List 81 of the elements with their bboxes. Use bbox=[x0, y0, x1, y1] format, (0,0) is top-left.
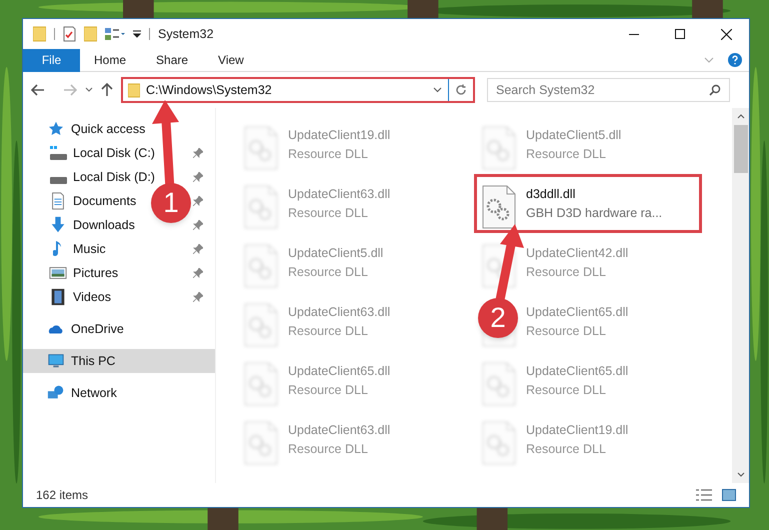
music-note-icon bbox=[53, 240, 63, 258]
chevron-down-icon[interactable] bbox=[433, 87, 442, 93]
refresh-icon[interactable] bbox=[455, 84, 467, 96]
address-path: C:\Windows\System32 bbox=[146, 82, 272, 99]
chevron-down-icon[interactable] bbox=[736, 472, 744, 477]
file-type: GBH D3D hardware ra... bbox=[526, 204, 662, 222]
file-type: Resource DLL bbox=[288, 264, 369, 281]
thumbnail-view-icon[interactable] bbox=[722, 489, 736, 501]
sidebar-item[interactable]: Music bbox=[23, 237, 114, 261]
file-type: Resource DLL bbox=[526, 322, 607, 340]
pin-icon[interactable] bbox=[193, 292, 203, 302]
scrollbar-thumb[interactable] bbox=[734, 125, 748, 173]
folder-icon bbox=[128, 82, 140, 98]
monitor-icon bbox=[47, 352, 65, 370]
search-field[interactable]: Search System32 bbox=[487, 78, 730, 102]
file-tab[interactable]: File bbox=[23, 48, 80, 72]
file-name: UpdateClient63.dll bbox=[288, 304, 390, 321]
pin-icon[interactable] bbox=[193, 244, 203, 254]
help-icon[interactable] bbox=[728, 53, 742, 67]
file-name: UpdateClient42.dll bbox=[526, 245, 628, 262]
file-name: UpdateClient65.dll bbox=[288, 363, 390, 380]
back-arrow-icon[interactable] bbox=[31, 84, 45, 96]
chevron-up-icon[interactable] bbox=[736, 114, 744, 119]
star-icon bbox=[47, 120, 65, 138]
file-name: UpdateClient19.dll bbox=[288, 127, 390, 144]
checklist-icon bbox=[63, 26, 76, 42]
file-type: Resource DLL bbox=[526, 440, 607, 458]
close-icon bbox=[720, 28, 732, 40]
film-icon bbox=[49, 288, 67, 306]
file-name: UpdateClient19.dll bbox=[526, 422, 628, 439]
file-type: Resource DLL bbox=[288, 382, 369, 399]
pin-icon[interactable] bbox=[193, 196, 203, 206]
search-icon[interactable] bbox=[709, 84, 721, 96]
pin-icon[interactable] bbox=[193, 220, 203, 230]
sidebar-item[interactable]: Local Disk (C:) bbox=[23, 141, 163, 165]
sidebar-item[interactable]: Pictures bbox=[23, 261, 126, 285]
file-name: UpdateClient63.dll bbox=[288, 186, 390, 203]
file-type: Resource DLL bbox=[288, 204, 369, 222]
ribbon-tab[interactable]: View bbox=[204, 48, 258, 72]
dropdown-icon bbox=[133, 30, 141, 38]
item-count: 162 items bbox=[36, 487, 88, 504]
file-name: UpdateClient65.dll bbox=[526, 304, 628, 321]
file-type: Resource DLL bbox=[526, 382, 607, 399]
pin-icon[interactable] bbox=[193, 268, 203, 278]
up-arrow-icon[interactable] bbox=[101, 83, 113, 97]
document-icon bbox=[49, 192, 67, 210]
sidebar-item[interactable]: Videos bbox=[23, 285, 119, 309]
file-type: Resource DLL bbox=[288, 440, 369, 458]
file-name: d3ddll.dll bbox=[526, 186, 576, 203]
forward-arrow-icon[interactable] bbox=[63, 84, 77, 96]
file-type: Resource DLL bbox=[288, 146, 369, 163]
sidebar-item[interactable]: This PC bbox=[23, 349, 215, 373]
file-type: Resource DLL bbox=[526, 264, 607, 281]
details-view-icon[interactable] bbox=[696, 489, 712, 501]
folder-icon bbox=[33, 26, 46, 42]
file-name: UpdateClient65.dll bbox=[526, 363, 628, 380]
sidebar-item[interactable]: Documents bbox=[23, 189, 144, 213]
file-name: UpdateClient5.dll bbox=[526, 127, 622, 144]
folder-icon bbox=[84, 26, 97, 42]
properties-icon bbox=[105, 27, 125, 41]
sidebar-item[interactable]: Network bbox=[23, 381, 125, 405]
maximize-icon bbox=[675, 29, 685, 39]
window-title: System32 bbox=[158, 26, 214, 43]
drive-icon bbox=[50, 176, 66, 184]
picture-icon bbox=[49, 264, 67, 282]
download-icon bbox=[49, 216, 67, 234]
file-name: UpdateClient63.dll bbox=[288, 422, 390, 439]
scrollbar[interactable] bbox=[732, 108, 749, 483]
chevron-down-icon[interactable] bbox=[85, 87, 93, 93]
sidebar-item[interactable]: Downloads bbox=[23, 213, 143, 237]
pin-icon[interactable] bbox=[193, 148, 203, 158]
file-type: Resource DLL bbox=[288, 322, 369, 340]
file-type: Resource DLL bbox=[526, 146, 607, 163]
pin-icon[interactable] bbox=[193, 172, 203, 182]
ribbon-tab[interactable]: Share bbox=[142, 48, 202, 72]
ribbon-tab[interactable]: Home bbox=[80, 48, 140, 72]
file-name: UpdateClient5.dll bbox=[288, 245, 384, 262]
drive-icon bbox=[50, 146, 66, 160]
sidebar-item[interactable]: Quick access bbox=[23, 117, 154, 141]
sidebar-item[interactable]: OneDrive bbox=[23, 317, 132, 341]
address-bar[interactable]: C:\Windows\System32 bbox=[121, 77, 475, 103]
